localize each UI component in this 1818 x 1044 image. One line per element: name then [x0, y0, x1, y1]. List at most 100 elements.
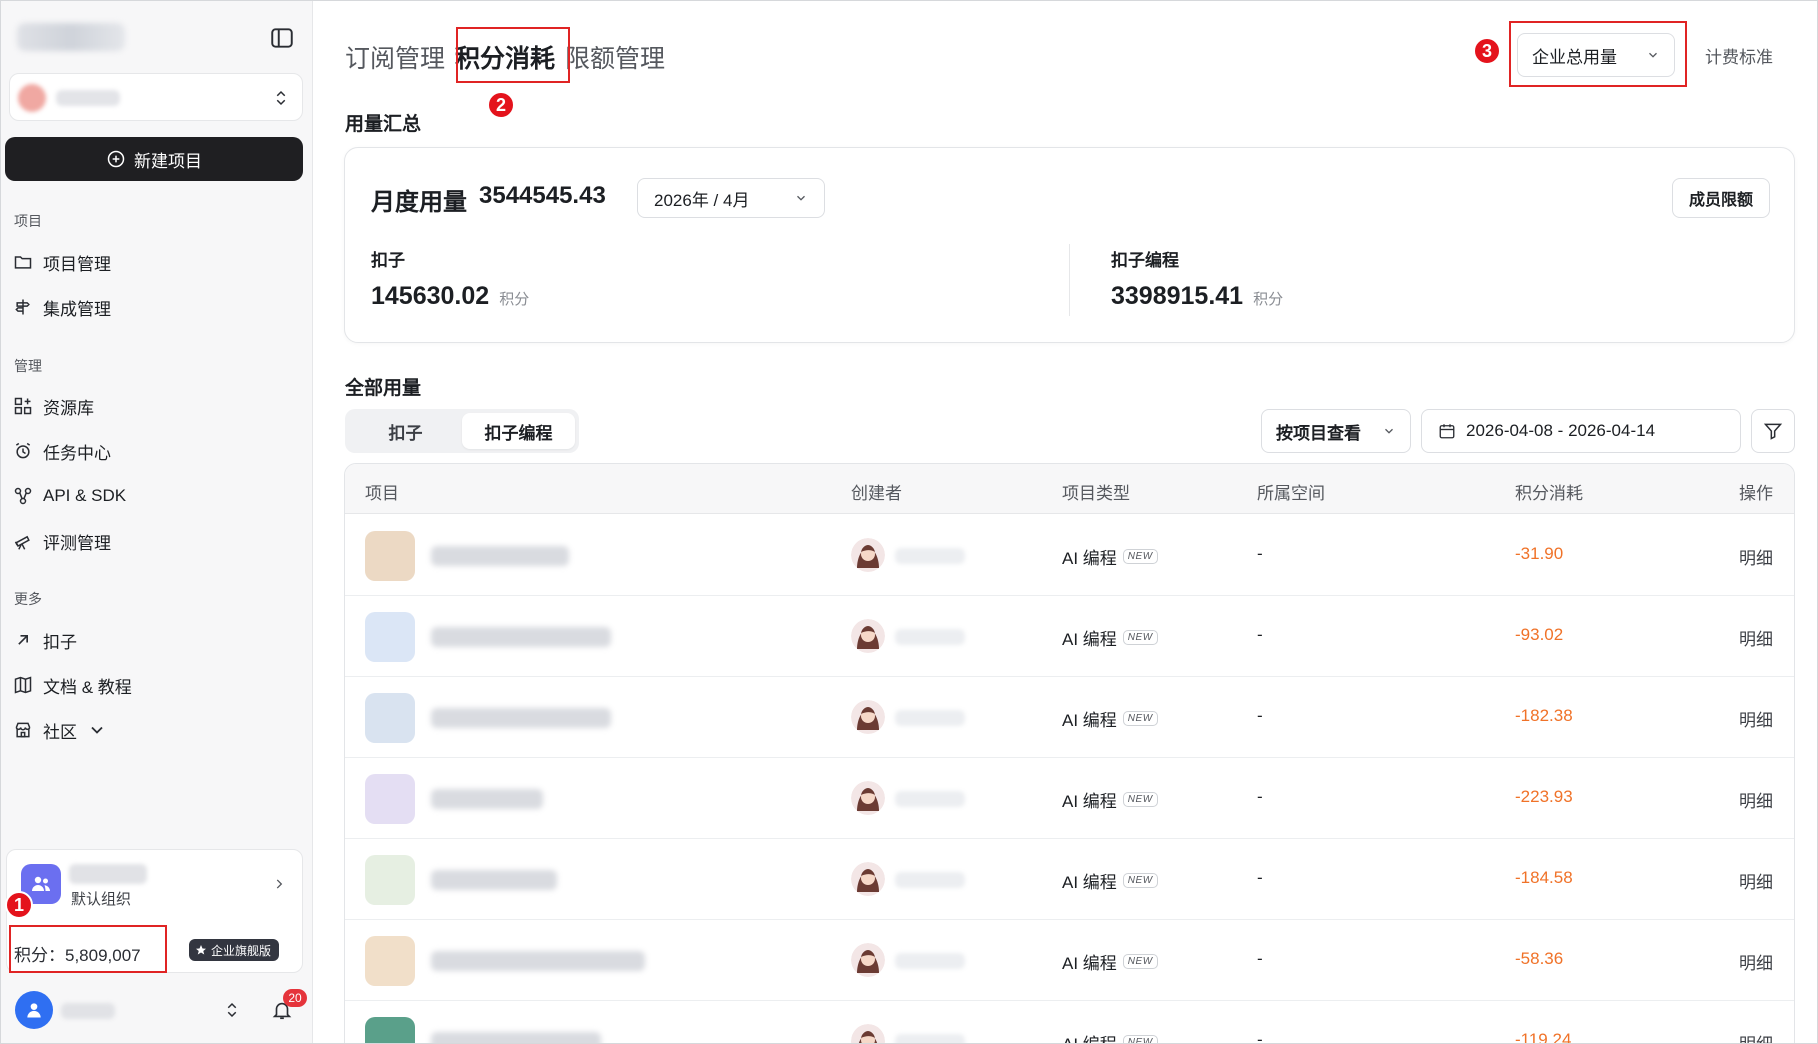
table-header: 项目 创建者 项目类型 所属空间 积分消耗 操作	[345, 464, 1794, 514]
user-name	[61, 1003, 115, 1019]
segment-coze-coding[interactable]: 扣子编程	[462, 413, 575, 449]
book-icon	[14, 676, 32, 694]
billing-standard-link[interactable]: 计费标准	[1705, 43, 1773, 68]
sidebar-item-label: 任务中心	[43, 443, 111, 463]
month-select-value: 2026年 / 4月	[654, 190, 750, 210]
sidebar-item-project-management[interactable]: 项目管理	[13, 247, 111, 277]
sidebar-item-evaluation[interactable]: 评测管理	[13, 526, 111, 556]
all-usage-title: 全部用量	[345, 378, 422, 399]
logo	[17, 23, 125, 51]
column-header-project: 项目	[365, 484, 399, 503]
table-row[interactable]: AI 编程 NEW - -58.36 明细	[345, 920, 1794, 1001]
new-badge: NEW	[1122, 549, 1158, 564]
sidebar-item-label: 扣子	[43, 632, 77, 652]
sidebar-item-integration[interactable]: 集成管理	[13, 292, 111, 322]
chevron-down-icon	[1649, 52, 1657, 58]
new-badge: NEW	[1122, 792, 1158, 807]
usage-scope-value: 企业总用量	[1532, 47, 1617, 67]
credit-consumption-cell: -31.90	[1515, 544, 1564, 563]
sidebar-item-label: 资源库	[43, 398, 94, 418]
monthly-usage: 月度用量 3544545.43	[371, 182, 606, 217]
detail-link[interactable]: 明细	[1739, 1030, 1773, 1043]
member-limit-button[interactable]: 成员限额	[1671, 178, 1770, 218]
sidebar-item-api-sdk[interactable]: API & SDK	[13, 481, 126, 511]
segment-coze[interactable]: 扣子	[349, 413, 462, 449]
tab-quota[interactable]: 限额管理	[565, 35, 675, 75]
project-type: AI 编程 NEW	[1062, 625, 1158, 650]
workspace-cell: -	[1257, 787, 1263, 806]
creator-name	[895, 548, 965, 564]
creator-name	[895, 953, 965, 969]
date-range-picker[interactable]: 2026-04-08 - 2026-04-14	[1421, 409, 1741, 453]
workspace-cell: -	[1257, 1030, 1263, 1044]
project-name	[431, 708, 611, 728]
workspace-cell: -	[1257, 868, 1263, 887]
table-row[interactable]: AI 编程 NEW - -93.02 明细	[345, 596, 1794, 677]
sidebar-toggle-icon[interactable]	[269, 25, 295, 51]
chevron-up-down-icon	[276, 90, 286, 106]
table-row[interactable]: AI 编程 NEW - -182.38 明细	[345, 677, 1794, 758]
sidebar-item-label: 集成管理	[43, 299, 111, 319]
filter-button[interactable]	[1751, 409, 1795, 453]
project-thumbnail	[365, 531, 415, 581]
workspace-cell: -	[1257, 625, 1263, 644]
column-header-credits: 积分消耗	[1515, 484, 1583, 503]
annotation-marker-3: 3	[1473, 37, 1501, 65]
credit-consumption-cell: -58.36	[1515, 949, 1564, 968]
usage-table: 项目 创建者 项目类型 所属空间 积分消耗 操作 AI 编程 NEW - -31…	[344, 463, 1795, 1044]
view-by-select[interactable]: 按项目查看	[1261, 409, 1411, 453]
project-type: AI 编程 NEW	[1062, 949, 1158, 974]
creator-name	[895, 710, 965, 726]
chevron-down-icon	[91, 726, 103, 734]
user-icon	[27, 1003, 41, 1018]
workspace-cell: -	[1257, 706, 1263, 725]
detail-link[interactable]: 明细	[1739, 949, 1773, 974]
new-project-button[interactable]: 新建项目	[5, 137, 303, 181]
highlight-box-tab	[456, 27, 570, 83]
detail-link[interactable]: 明细	[1739, 868, 1773, 893]
stat-number: 145630.02	[371, 282, 490, 310]
nav-section-title: 项目	[14, 213, 42, 229]
stat-number: 3398915.41	[1111, 282, 1244, 310]
table-row[interactable]: AI 编程 NEW - -184.58 明细	[345, 839, 1794, 920]
project-type-label: AI 编程	[1062, 630, 1117, 649]
table-row[interactable]: AI 编程 NEW - -223.93 明细	[345, 758, 1794, 839]
user-avatar[interactable]	[15, 991, 53, 1029]
tab-subscription[interactable]: 订阅管理	[345, 35, 455, 75]
usage-scope-select[interactable]: 企业总用量	[1517, 33, 1675, 77]
sidebar-item-coze[interactable]: 扣子	[13, 625, 77, 655]
project-thumbnail	[365, 936, 415, 986]
workspace-cell: -	[1257, 949, 1263, 968]
month-select[interactable]: 2026年 / 4月	[637, 178, 825, 218]
detail-link[interactable]: 明细	[1739, 706, 1773, 731]
table-row[interactable]: AI 编程 NEW - -119.24 明细	[345, 1001, 1794, 1044]
project-thumbnail	[365, 693, 415, 743]
creator-name	[895, 629, 965, 645]
sidebar-item-docs[interactable]: 文档 & 教程	[13, 670, 132, 700]
nav-section-title: 管理	[14, 358, 42, 374]
detail-link[interactable]: 明细	[1739, 625, 1773, 650]
sidebar: 新建项目 项目 项目管理 集成管理 管理 资源库 任务中心 API & SDK …	[1, 1, 313, 1043]
detail-link[interactable]: 明细	[1739, 787, 1773, 812]
project-type: AI 编程 NEW	[1062, 868, 1158, 893]
sidebar-item-task-center[interactable]: 任务中心	[13, 436, 111, 466]
chevron-up-down-icon[interactable]	[223, 999, 241, 1021]
project-thumbnail	[365, 774, 415, 824]
app-window: 新建项目 项目 项目管理 集成管理 管理 资源库 任务中心 API & SDK …	[0, 0, 1818, 1044]
detail-link[interactable]: 明细	[1739, 544, 1773, 569]
highlight-box-credits	[9, 925, 167, 973]
sidebar-item-resources[interactable]: 资源库	[13, 391, 94, 421]
notification-count-badge: 20	[283, 989, 307, 1007]
summary-title: 用量汇总	[345, 114, 422, 135]
workspace-switcher[interactable]	[9, 73, 303, 121]
project-type: AI 编程 NEW	[1062, 706, 1158, 731]
sidebar-item-label: 项目管理	[43, 254, 111, 274]
creator-avatar	[851, 862, 885, 896]
sidebar-item-community[interactable]: 社区	[13, 715, 107, 745]
usage-summary-card: 月度用量 3544545.43 2026年 / 4月 成员限额 扣子 14563…	[344, 147, 1795, 343]
project-name	[431, 789, 543, 809]
table-row[interactable]: AI 编程 NEW - -31.90 明细	[345, 515, 1794, 596]
sidebar-item-label: 文档 & 教程	[43, 677, 132, 697]
stat-unit: 积分	[499, 291, 530, 308]
chevron-down-icon	[1385, 428, 1393, 434]
